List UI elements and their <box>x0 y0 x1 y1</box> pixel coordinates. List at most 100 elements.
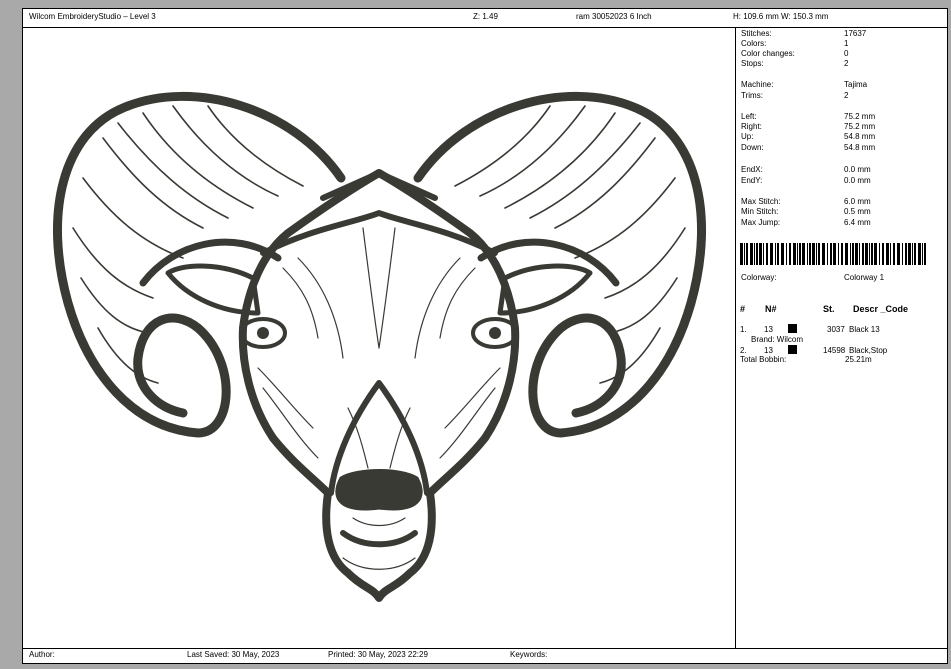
barcode-bar <box>793 243 796 265</box>
barcode-bar <box>924 243 926 265</box>
barcode-bar <box>740 243 743 265</box>
mouth <box>340 530 418 548</box>
zoom-level: Z: 1.49 <box>473 12 498 21</box>
extent-down-label: Down: <box>741 143 764 152</box>
barcode-bar <box>759 243 762 265</box>
barcode-bar <box>802 243 805 265</box>
barcode-bar <box>893 243 895 265</box>
barcode-bar <box>812 243 815 265</box>
ram-embroidery-design <box>53 92 706 602</box>
design-preview <box>23 28 736 648</box>
barcode-bar <box>833 243 836 265</box>
row-1-n: 13 <box>764 325 773 334</box>
app-title: Wilcom EmbroideryStudio – Level 3 <box>29 12 156 21</box>
nose <box>335 469 423 511</box>
barcode-bar <box>871 243 873 265</box>
extent-up-label: Up: <box>741 132 754 141</box>
stat-stitches-label: Stitches: <box>741 29 772 38</box>
max-stitch-label: Max Stitch: <box>741 197 781 206</box>
header-bar: Wilcom EmbroideryStudio – Level 3 Z: 1.4… <box>23 9 947 28</box>
barcode-bar <box>827 243 828 265</box>
barcode-bar <box>886 243 889 265</box>
design-size: H: 109.6 mm W: 150.3 mm <box>733 12 829 21</box>
barcode-bar <box>845 243 848 265</box>
footer-printed: Printed: 30 May, 2023 22:29 <box>328 650 428 659</box>
barcode-bar <box>766 243 768 265</box>
total-bobbin-value: 25.21m <box>845 355 872 364</box>
barcode-bar <box>908 243 911 265</box>
barcode-bar <box>775 243 776 265</box>
barcode-bar <box>816 243 817 265</box>
barcode-bar <box>754 243 755 265</box>
barcode <box>740 243 926 265</box>
endx-value: 0.0 mm <box>844 165 871 174</box>
barcode-bar <box>918 243 921 265</box>
min-stitch-value: 0.5 mm <box>844 207 871 216</box>
endx-label: EndX: <box>741 165 763 174</box>
row-2-index: 2. <box>740 346 747 355</box>
barcode-bar <box>822 243 825 265</box>
extent-down-value: 54.8 mm <box>844 143 876 152</box>
barcode-bar <box>750 243 753 265</box>
total-bobbin-label: Total Bobbin: <box>740 355 787 364</box>
max-jump-value: 6.4 mm <box>844 218 871 227</box>
barcode-bar <box>874 243 877 265</box>
stat-colors-value: 1 <box>844 39 849 48</box>
endy-value: 0.0 mm <box>844 176 871 185</box>
barcode-bar <box>746 243 748 265</box>
stat-colors-label: Colors: <box>741 39 767 48</box>
machine-value: Tajima <box>844 80 868 89</box>
barcode-bar <box>914 243 916 265</box>
barcode-bar <box>902 243 903 265</box>
barcode-bar <box>897 243 900 265</box>
barcode-bar <box>859 243 860 265</box>
barcode-bar <box>786 243 787 265</box>
barcode-bar <box>882 243 884 265</box>
barcode-bar <box>912 243 913 265</box>
endy-label: EndY: <box>741 176 763 185</box>
barcode-bar <box>789 243 791 265</box>
file-name: ram 30052023 6 Inch <box>576 12 652 21</box>
barcode-bar <box>744 243 745 265</box>
extent-left-value: 75.2 mm <box>844 112 876 121</box>
colorway-value: Colorway 1 <box>844 273 885 282</box>
extent-right-label: Right: <box>741 122 762 131</box>
stat-stops-value: 2 <box>844 59 849 68</box>
barcode-bar <box>807 243 808 265</box>
row-1-brand: Brand: Wilcom <box>751 335 804 344</box>
row-1-descr: Black 13 <box>849 325 880 334</box>
row-1-color-swatch <box>788 324 797 333</box>
barcode-bar <box>809 243 811 265</box>
print-preview-sheet: Wilcom EmbroideryStudio – Level 3 Z: 1.4… <box>22 8 948 664</box>
barcode-bar <box>905 243 907 265</box>
barcode-bar <box>869 243 870 265</box>
barcode-bar <box>841 243 843 265</box>
col-header-descr: Descr _Code <box>853 304 909 314</box>
extent-right-value: 75.2 mm <box>844 122 876 131</box>
row-1-stitches: 3037 <box>827 325 845 334</box>
footer-last-saved: Last Saved: 30 May, 2023 <box>187 650 280 659</box>
barcode-bar <box>838 243 839 265</box>
barcode-bar <box>777 243 779 265</box>
row-2-color-swatch <box>788 345 797 354</box>
barcode-bar <box>830 243 832 265</box>
extent-up-value: 54.8 mm <box>844 132 876 141</box>
barcode-bar <box>890 243 891 265</box>
barcode-bar <box>818 243 820 265</box>
barcode-bar <box>855 243 858 265</box>
trims-value: 2 <box>844 91 849 100</box>
colorway-label: Colorway: <box>741 273 777 282</box>
min-stitch-label: Min Stitch: <box>741 207 779 216</box>
max-jump-label: Max Jump: <box>741 218 781 227</box>
barcode-bar <box>781 243 784 265</box>
stat-stitches-value: 17637 <box>844 29 867 38</box>
extent-left-label: Left: <box>741 112 757 121</box>
row-2-n: 13 <box>764 346 773 355</box>
col-header-index: # <box>740 304 746 314</box>
col-header-stitches: St. <box>823 304 835 314</box>
barcode-bar <box>756 243 758 265</box>
row-1-index: 1. <box>740 325 747 334</box>
barcode-bar <box>850 243 851 265</box>
col-header-n: N# <box>765 304 777 314</box>
barcode-bar <box>763 243 764 265</box>
